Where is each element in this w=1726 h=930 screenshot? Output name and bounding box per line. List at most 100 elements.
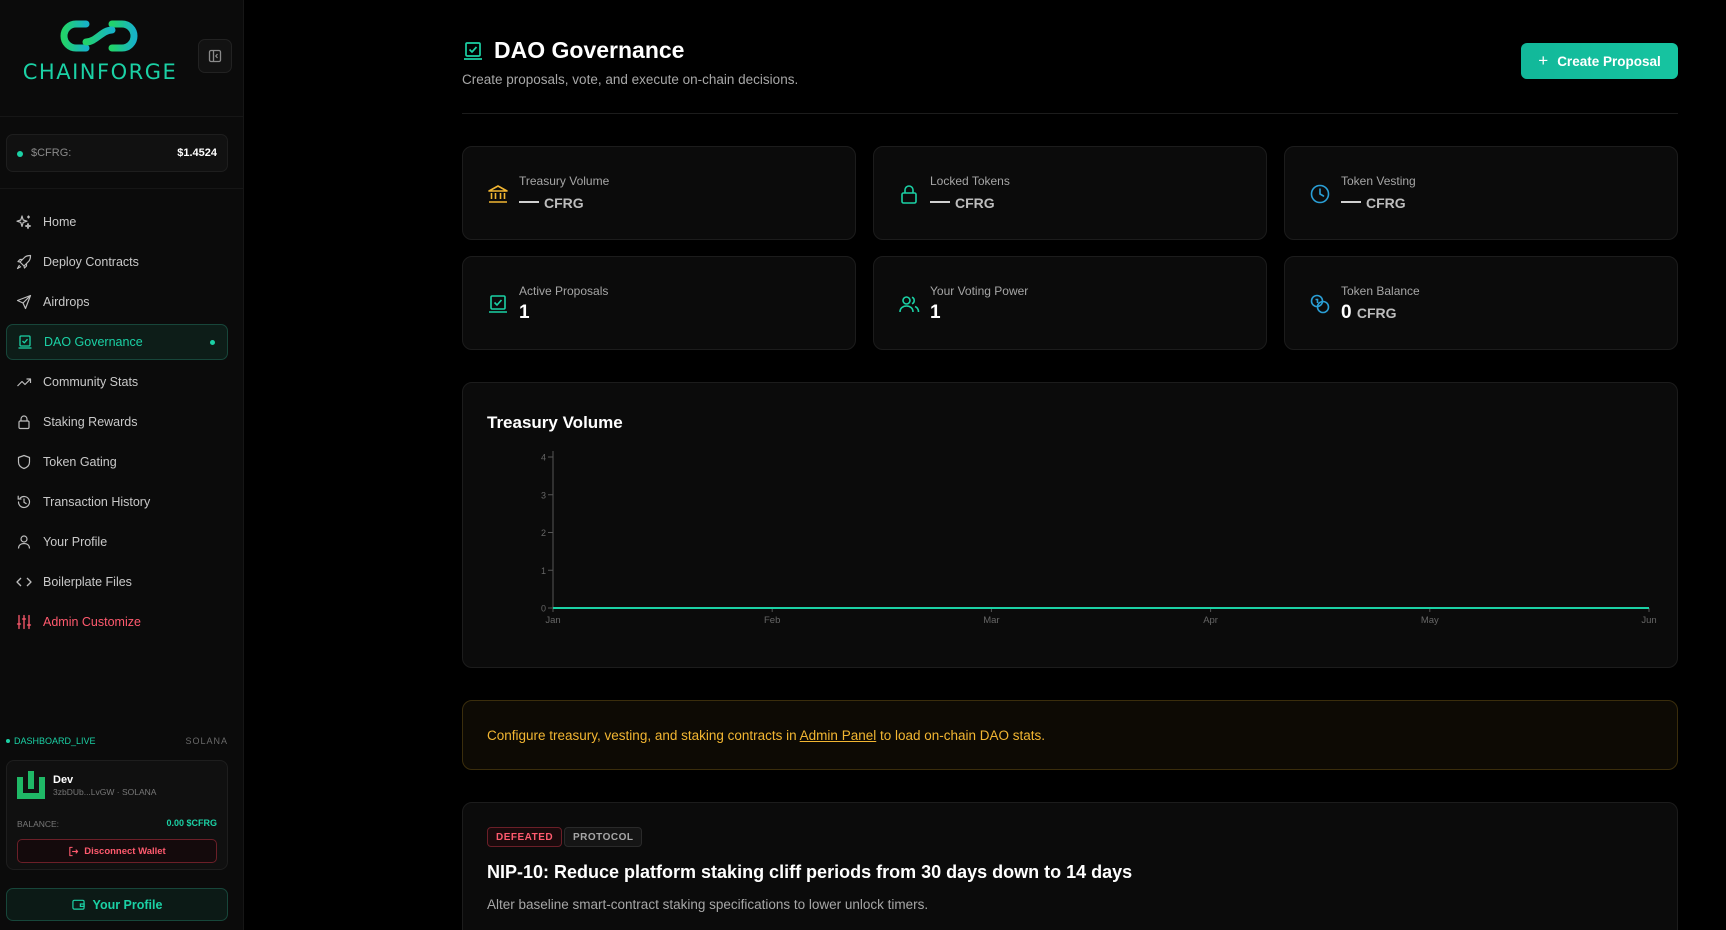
plus-icon: + <box>1538 51 1549 70</box>
stat-value: 1 <box>930 302 941 324</box>
sidebar-item-airdrops[interactable]: Airdrops <box>6 284 228 320</box>
sidebar-item-community-stats[interactable]: Community Stats <box>6 364 228 400</box>
sidebar-item-label: Your Profile <box>43 535 108 549</box>
stat-label: Treasury Volume <box>519 174 610 188</box>
x-tick-label: May <box>1421 615 1439 626</box>
notice-after: to load on-chain DAO stats. <box>876 728 1046 743</box>
sidebar-item-transaction-history[interactable]: Transaction History <box>6 484 228 520</box>
wallet-card: Dev 3zbDUb...LvGW · SOLANA BALANCE: 0.00… <box>6 760 228 870</box>
empty-value-dash <box>519 200 539 203</box>
stat-unit: CFRG <box>955 195 995 211</box>
sidebar-item-staking-rewards[interactable]: Staking Rewards <box>6 404 228 440</box>
category-badge: PROTOCOL <box>564 827 643 847</box>
sidebar-item-home[interactable]: Home <box>6 204 228 240</box>
balance-value: 0.00 $CFRG <box>166 818 217 828</box>
shield-icon <box>17 454 31 470</box>
your-profile-button[interactable]: Your Profile <box>6 888 228 921</box>
sidebar-item-deploy-contracts[interactable]: Deploy Contracts <box>6 244 228 280</box>
stat-value: CFRG <box>519 192 584 214</box>
disconnect-label: Disconnect Wallet <box>84 845 166 857</box>
vote-icon <box>18 335 32 349</box>
sidebar-item-label: Boilerplate Files <box>43 575 132 589</box>
collapse-sidebar-button[interactable] <box>198 39 232 73</box>
network-label: SOLANA <box>185 736 228 746</box>
sidebar: CHAINFORGE $CFRG: $1.4524 Home Deploy Co… <box>0 0 244 930</box>
empty-value-dash <box>930 200 950 203</box>
lock-icon <box>901 185 917 204</box>
config-notice: Configure treasury, vesting, and staking… <box>462 700 1678 770</box>
x-tick-label: Mar <box>983 615 999 626</box>
stat-card-token-vesting: Token Vesting CFRG <box>1284 146 1678 240</box>
proposal-description: Alter baseline smart-contract staking sp… <box>487 897 929 912</box>
code-icon <box>16 577 32 587</box>
notice-text: Configure treasury, vesting, and staking… <box>487 728 1045 743</box>
sidebar-item-your-profile[interactable]: Your Profile <box>6 524 228 560</box>
price-label: $CFRG: <box>31 147 72 159</box>
stat-card-voting-power: Your Voting Power 1 <box>873 256 1267 350</box>
admin-panel-link[interactable]: Admin Panel <box>800 728 877 743</box>
y-tick-label: 3 <box>541 490 546 500</box>
sidebar-nav: Home Deploy Contracts Airdrops DAO Gover… <box>6 204 228 644</box>
sliders-icon <box>16 614 32 630</box>
sidebar-item-admin-customize[interactable]: Admin Customize <box>6 604 228 640</box>
live-status-dot <box>6 739 10 743</box>
wallet-avatar-icon <box>17 771 45 799</box>
x-tick-label: Feb <box>764 615 780 626</box>
sidebar-item-label: Home <box>43 215 77 229</box>
x-tick-label: Jun <box>1641 615 1656 626</box>
active-indicator-dot <box>210 340 215 345</box>
stat-value: CFRG <box>1341 192 1406 214</box>
sidebar-item-label: Token Gating <box>43 455 117 469</box>
your-profile-label: Your Profile <box>92 897 163 912</box>
stat-label: Token Vesting <box>1341 174 1416 188</box>
sidebar-item-token-gating[interactable]: Token Gating <box>6 444 228 480</box>
rocket-icon <box>16 254 32 270</box>
stat-label: Token Balance <box>1341 284 1420 298</box>
stat-label: Active Proposals <box>519 284 609 298</box>
stat-number: 1 <box>519 302 530 323</box>
divider <box>462 113 1678 114</box>
sidebar-item-label: Airdrops <box>43 295 90 309</box>
vote-icon <box>489 295 507 313</box>
wallet-name: Dev <box>53 774 74 786</box>
page-subtitle: Create proposals, vote, and execute on-c… <box>462 72 799 87</box>
x-tick-label: Jan <box>545 615 560 626</box>
notice-before: Configure treasury, vesting, and staking… <box>487 728 800 743</box>
stat-unit: CFRG <box>544 195 584 211</box>
logout-icon <box>69 846 79 856</box>
sidebar-item-label: Staking Rewards <box>43 415 138 429</box>
create-proposal-button[interactable]: + Create Proposal <box>1521 43 1678 79</box>
vote-icon <box>464 42 482 60</box>
price-status-dot <box>17 151 23 157</box>
stat-unit: CFRG <box>1356 305 1397 321</box>
lock-icon <box>18 415 30 430</box>
connection-status: DASHBOARD_LIVE SOLANA <box>6 735 228 749</box>
treasury-volume-chart-card: Treasury Volume 0 1 2 3 4 Jan Feb Mar Apr May Jun <box>462 382 1678 668</box>
bank-icon <box>488 185 508 203</box>
stat-number: 1 <box>930 302 941 323</box>
chain-logo-icon <box>60 20 138 52</box>
x-tick-label: Apr <box>1203 615 1218 626</box>
token-price-ticker: $CFRG: $1.4524 <box>6 134 228 172</box>
disconnect-wallet-button[interactable]: Disconnect Wallet <box>17 839 217 863</box>
sparkles-icon <box>16 215 32 230</box>
sidebar-item-label: Admin Customize <box>43 615 141 629</box>
panel-left-icon <box>208 49 222 63</box>
empty-value-dash <box>1341 200 1361 203</box>
stat-label: Locked Tokens <box>930 174 1010 188</box>
users-icon <box>899 296 920 313</box>
live-status-label: DASHBOARD_LIVE <box>14 736 96 746</box>
user-icon <box>17 535 31 549</box>
treasury-volume-chart: 0 1 2 3 4 Jan Feb Mar Apr May Jun <box>541 451 1657 626</box>
divider <box>0 188 244 189</box>
wallet-icon <box>71 899 85 910</box>
stat-number: 0 <box>1341 302 1352 323</box>
proposal-card[interactable]: DEFEATED PROTOCOL NIP-10: Reduce platfor… <box>462 802 1678 930</box>
stat-card-treasury-volume: Treasury Volume CFRG <box>462 146 856 240</box>
sidebar-item-boilerplate-files[interactable]: Boilerplate Files <box>6 564 228 600</box>
sidebar-item-label: Community Stats <box>43 375 139 389</box>
stat-value: CFRG <box>930 192 995 214</box>
stat-unit: CFRG <box>1366 195 1406 211</box>
history-icon <box>17 495 31 509</box>
sidebar-item-dao-governance[interactable]: DAO Governance <box>6 324 228 360</box>
